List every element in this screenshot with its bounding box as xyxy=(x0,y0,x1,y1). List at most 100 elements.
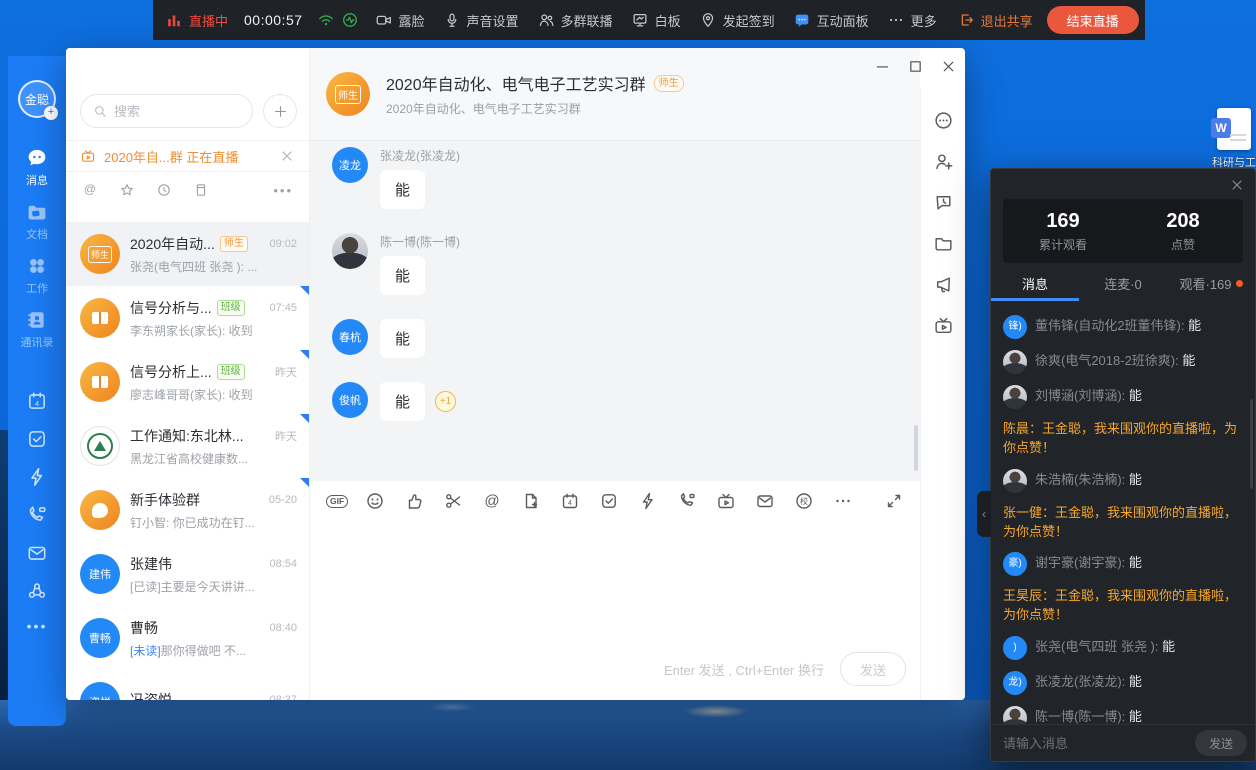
emoji-icon[interactable] xyxy=(365,491,385,511)
todo-icon[interactable] xyxy=(26,428,48,450)
live-toolbar-item[interactable]: 多群联播 xyxy=(537,11,613,30)
flash-icon[interactable] xyxy=(26,466,48,488)
search-icon xyxy=(93,104,108,119)
star-icon[interactable] xyxy=(119,182,135,198)
folder-icon[interactable] xyxy=(933,233,954,254)
desktop-word-document[interactable]: 科研与工 xyxy=(1212,108,1256,170)
at-icon[interactable]: @ xyxy=(482,491,502,511)
panel-collapse-handle[interactable]: ‹ xyxy=(977,491,991,537)
flash-icon[interactable] xyxy=(638,491,658,511)
live-panel-tab[interactable]: 连麦·0 xyxy=(1079,265,1167,301)
chat-list-item[interactable]: 曹畅 曹畅 08:40 [未读]那你得做吧 不... xyxy=(66,606,309,670)
sidebar-nav-item[interactable]: 通讯录 xyxy=(8,308,66,350)
cal-icon[interactable]: 4 xyxy=(560,491,580,511)
live-toolbar-item[interactable]: 发起签到 xyxy=(699,11,775,30)
call-icon[interactable] xyxy=(677,491,697,511)
message-bubble: 能 xyxy=(380,170,425,209)
megaphone-icon[interactable] xyxy=(933,274,954,295)
message-avatar[interactable]: 凌龙 xyxy=(332,147,368,183)
close-icon[interactable] xyxy=(1229,177,1245,193)
morecircle-icon[interactable] xyxy=(933,110,954,131)
minimize-icon[interactable] xyxy=(874,58,891,75)
chat-list-item[interactable]: 信号分析上... 班级 昨天 廖志峰哥哥(家长): 收到 xyxy=(66,350,309,414)
live-toolbar-item[interactable]: 互动面板 xyxy=(793,11,869,30)
message-avatar[interactable]: 俊帆 xyxy=(332,382,368,418)
live-toolbar-item[interactable]: 声音设置 xyxy=(443,11,519,30)
live-toolbar-item[interactable]: 露脸 xyxy=(375,11,425,30)
live-message-avatar: ) xyxy=(1003,636,1027,660)
corner-mark xyxy=(300,350,309,359)
scrollbar-thumb[interactable] xyxy=(914,425,918,471)
gif-icon[interactable]: GIF xyxy=(326,491,346,511)
live-message-input[interactable] xyxy=(1003,736,1187,751)
chat-time: 08:54 xyxy=(269,558,297,570)
contacts-icon xyxy=(25,308,49,332)
docs-icon xyxy=(25,200,49,224)
chat-title: 冯姿悦 xyxy=(130,690,172,700)
group-avatar: 师生 xyxy=(326,72,370,116)
live-toolbar-item[interactable]: 更多 xyxy=(887,11,937,30)
live-chat-message: 王昊辰：王金聪，我来围观你的直播啦，为你点赞！ xyxy=(1003,587,1243,625)
sidebar-nav-item[interactable]: 文档 xyxy=(8,200,66,242)
community-icon[interactable] xyxy=(26,580,48,602)
close-icon[interactable] xyxy=(279,148,295,164)
like-icon[interactable] xyxy=(404,491,424,511)
clockhist-icon[interactable] xyxy=(156,182,172,198)
toolbar-item-label: 多群联播 xyxy=(561,11,613,30)
live-broadcast-banner[interactable]: 2020年自...群 正在直播 xyxy=(66,140,309,172)
atsign-icon[interactable]: @ xyxy=(82,182,98,198)
sidebar-nav-item[interactable]: 工作 xyxy=(8,254,66,296)
chat-title: 信号分析上... xyxy=(130,362,212,382)
chathistory-icon[interactable] xyxy=(933,192,954,213)
scissors-icon[interactable] xyxy=(443,491,463,511)
fileadd-icon[interactable] xyxy=(521,491,541,511)
search-input[interactable] xyxy=(114,104,240,119)
task-icon[interactable] xyxy=(599,491,619,511)
chat-avatar xyxy=(80,362,120,402)
cal4-icon[interactable]: 4 xyxy=(26,390,48,412)
svg-text:4: 4 xyxy=(35,399,40,408)
tv-icon[interactable] xyxy=(716,491,736,511)
live-send-button[interactable]: 发送 xyxy=(1195,730,1247,756)
mail2-icon[interactable] xyxy=(26,542,48,564)
conversation-panel: 师生 2020年自动化、电气电子工艺实习群 师生 2020年自动化、电气电子工艺… xyxy=(310,48,920,700)
sidebar-more-dots[interactable]: ••• xyxy=(27,618,48,634)
filter-more-dots[interactable]: ••• xyxy=(273,183,293,198)
chat-list-item[interactable]: 信号分析与... 班级 07:45 李东朔家长(家长): 收到 xyxy=(66,286,309,350)
chat-list-item[interactable]: 工作通知:东北林... 昨天 黑龙江省高校健康数... xyxy=(66,414,309,478)
livetv-icon[interactable] xyxy=(933,315,954,336)
chat-list-item[interactable]: 姿悦 冯姿悦 08:37 xyxy=(66,670,309,700)
expand-icon[interactable] xyxy=(884,491,904,511)
reaction-badge[interactable]: +1 xyxy=(435,391,456,412)
message-avatar[interactable] xyxy=(332,233,368,269)
end-live-button[interactable]: 结束直播 xyxy=(1047,6,1139,34)
message-bubble: 能 xyxy=(380,319,425,358)
chat-preview: 张尧(电气四班 张尧 ): ... xyxy=(130,258,297,275)
moreh-icon[interactable] xyxy=(833,491,853,511)
mail-icon[interactable] xyxy=(755,491,775,511)
live-panel-tab[interactable]: 消息 xyxy=(991,265,1079,301)
send-button[interactable]: 发送 xyxy=(840,652,906,686)
message-scroll-area[interactable]: 凌龙 张凌龙(张凌龙) 能 陈一博(陈一博) xyxy=(310,141,920,481)
message-avatar[interactable]: 春杭 xyxy=(332,319,368,355)
live-scrollbar-thumb[interactable] xyxy=(1250,399,1253,489)
chat-list-item[interactable]: 师生 2020年自动... 师生 09:02 张尧(电气四班 张尧 ): ... xyxy=(66,222,309,286)
docfilter-icon[interactable] xyxy=(193,182,209,198)
maximize-icon[interactable] xyxy=(907,58,924,75)
sidebar-nav-item[interactable]: 消息 xyxy=(8,146,66,188)
chat-list-item[interactable]: 建伟 张建伟 08:54 [已读]主要是今天讲讲... xyxy=(66,542,309,606)
user-avatar[interactable]: 金聪 + xyxy=(18,80,56,118)
exit-share-button[interactable]: 退出共享 xyxy=(957,11,1033,30)
chat-avatar: 曹畅 xyxy=(80,618,120,658)
live-toolbar-item[interactable]: 白板 xyxy=(631,11,681,30)
composer-input-area[interactable]: Enter 发送 , Ctrl+Enter 换行 发送 xyxy=(310,521,920,700)
addperson-icon[interactable] xyxy=(933,151,954,172)
chat-list-item[interactable]: 新手体验群 05-20 钉小智: 你已成功在钉... xyxy=(66,478,309,542)
search-box[interactable] xyxy=(80,94,253,128)
close-icon[interactable] xyxy=(940,58,957,75)
stat-label: 累计观看 xyxy=(1039,236,1087,253)
vidcall-icon[interactable] xyxy=(26,504,48,526)
school-icon[interactable]: 校 xyxy=(794,491,814,511)
live-panel-tab[interactable]: 观看·169 xyxy=(1167,265,1255,301)
add-button[interactable] xyxy=(263,94,297,128)
